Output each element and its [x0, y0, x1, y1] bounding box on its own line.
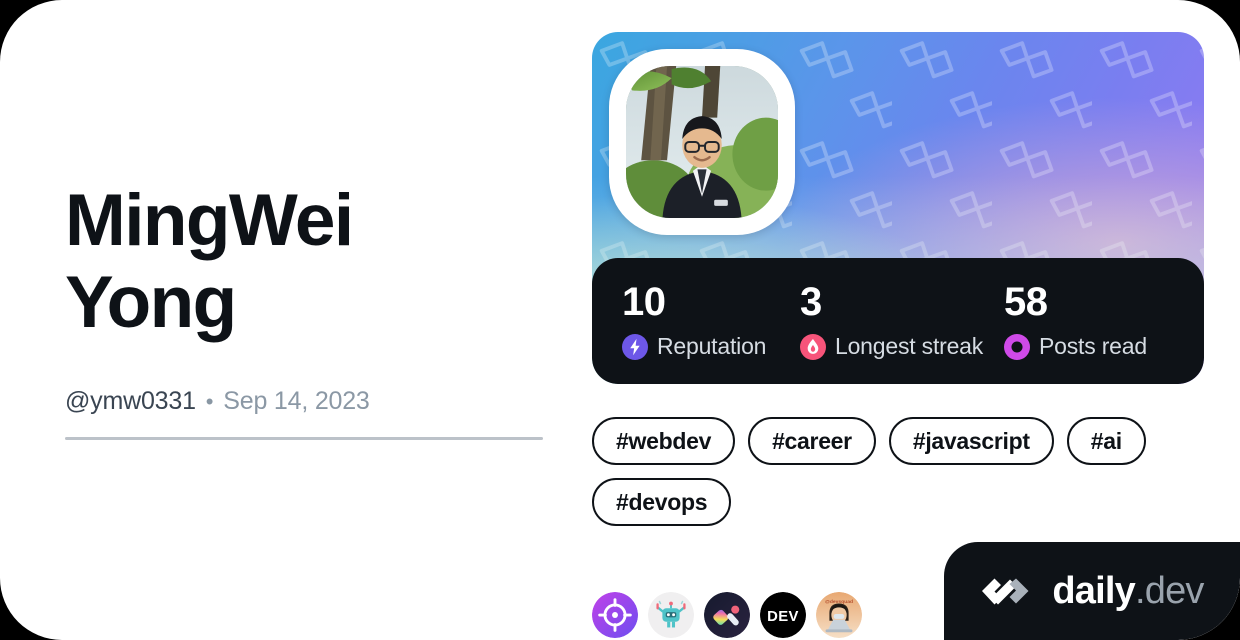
profile-info-panel: MingWei Yong @ymw0331 • Sep 14, 2023: [65, 180, 565, 416]
stat-label-row: Longest streak: [800, 333, 983, 360]
cover-banner: 10 Reputation 3 Longest streak 58 Posts …: [592, 32, 1204, 384]
stats-bar: 10 Reputation 3 Longest streak 58 Posts …: [592, 258, 1204, 384]
tag-list: #webdev #career #javascript #ai #devops: [592, 417, 1204, 526]
stat-reputation: 10 Reputation: [622, 282, 766, 360]
svg-text:DEV: DEV: [767, 609, 799, 625]
tag-chip[interactable]: #devops: [592, 478, 732, 526]
profile-preview-panel: 10 Reputation 3 Longest streak 58 Posts …: [592, 32, 1204, 638]
source-avatar-gradient-logo[interactable]: [704, 592, 750, 638]
tag-chip[interactable]: #webdev: [592, 417, 736, 465]
separator: •: [205, 388, 214, 414]
stat-label-row: Reputation: [622, 333, 766, 360]
source-avatar-dev-to[interactable]: DEV: [760, 592, 806, 638]
stat-label: Posts read: [1039, 333, 1147, 359]
ring-icon: [1004, 333, 1030, 360]
brand-badge: daily.dev: [944, 542, 1240, 640]
tag-chip[interactable]: #career: [748, 417, 876, 465]
user-handle: @ymw0331: [65, 386, 196, 415]
source-avatar-robot[interactable]: [648, 592, 694, 638]
brand-name: daily.dev: [1052, 570, 1204, 612]
brand-name-secondary: .dev: [1134, 570, 1204, 612]
stat-label: Longest streak: [835, 333, 984, 359]
divider: [65, 437, 543, 440]
source-avatar-person[interactable]: @devsquad: [816, 592, 862, 638]
avatar[interactable]: [609, 49, 795, 235]
stat-label: Reputation: [657, 333, 767, 359]
stat-longest-streak: 3 Longest streak: [800, 282, 983, 360]
daily-dev-logo-icon: [982, 578, 1029, 605]
avatar-image: [626, 66, 778, 218]
stat-value: 58: [1004, 280, 1048, 324]
joined-date: Sep 14, 2023: [223, 386, 370, 415]
flame-icon: [800, 333, 826, 360]
tag-chip[interactable]: #javascript: [888, 417, 1054, 465]
lightning-bolt-icon: [622, 333, 648, 360]
source-avatar-list: DEV @devsquad: [592, 592, 862, 638]
tag-chip[interactable]: #ai: [1066, 417, 1146, 465]
source-avatar-crosshair[interactable]: [592, 592, 638, 638]
stat-value: 3: [800, 280, 822, 324]
handle-row: @ymw0331 • Sep 14, 2023: [65, 387, 565, 416]
page-title: MingWei Yong: [65, 180, 354, 344]
stat-label-row: Posts read: [1004, 333, 1147, 360]
stat-value: 10: [622, 280, 666, 324]
brand-name-primary: daily: [1052, 570, 1135, 612]
profile-card: MingWei Yong @ymw0331 • Sep 14, 2023 10 …: [0, 0, 1240, 640]
stat-posts-read: 58 Posts read: [1004, 282, 1147, 360]
